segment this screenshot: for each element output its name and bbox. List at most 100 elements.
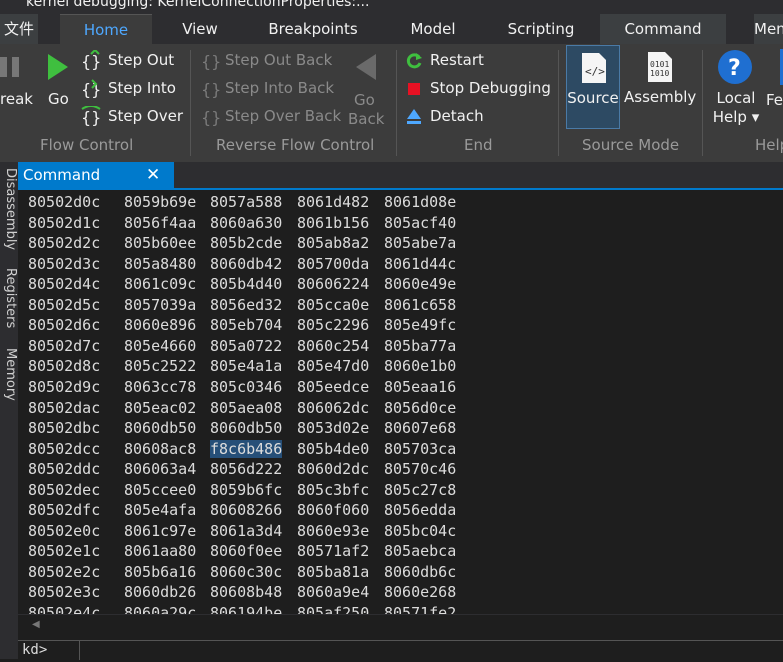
dump-value: 8060f0ee	[210, 542, 283, 561]
tab-model[interactable]: Model	[400, 14, 466, 44]
side-tab-memory[interactable]: Memory	[0, 348, 18, 401]
dump-value: f8c6b486	[210, 439, 283, 458]
dump-value: 805c0346	[210, 377, 283, 396]
go-back-icon[interactable]	[352, 52, 378, 82]
go-back-label-2[interactable]: Back	[348, 110, 384, 128]
tab-file[interactable]: 文件	[0, 14, 38, 44]
dump-value: 8060db50	[210, 419, 283, 438]
dump-value: 8053d02e	[297, 419, 370, 438]
side-tab-disassembly[interactable]: Disassembly	[0, 168, 18, 250]
source-label: Source	[567, 89, 619, 107]
dump-value: 805aea08	[210, 398, 283, 417]
command-panel: Command ✕ 80502d0c 8059b69e 8057a588 8061d4…	[18, 162, 783, 662]
dump-value: 8060db50	[124, 419, 197, 438]
dump-value: 8059b6fc	[210, 480, 283, 499]
step-out-button[interactable]: Step Out	[108, 51, 174, 69]
dump-value: 805b4de0	[297, 439, 370, 458]
local-help-button[interactable]: ? Local Help ▾	[712, 45, 760, 129]
step-into-back-button[interactable]: Step Into Back	[225, 79, 334, 97]
dump-address: 80502e4c	[28, 604, 101, 614]
dump-value: 8061c09c	[124, 275, 197, 294]
tab-command[interactable]: Command	[600, 14, 726, 44]
step-over-back-icon: {}	[200, 106, 222, 128]
dump-address: 80502d4c	[28, 275, 101, 294]
dump-value: 8060d2dc	[297, 460, 370, 479]
tab-memory[interactable]: Mem	[754, 14, 783, 44]
command-output: 80502d0c 8059b69e 8057a588 8061d482 8061d08e…	[18, 190, 783, 614]
svg-text:1010: 1010	[650, 69, 669, 78]
group-divider	[190, 50, 191, 156]
restart-icon	[404, 51, 424, 71]
dump-value: 80608ac8	[124, 439, 197, 458]
dump-value: 805cca0e	[297, 295, 370, 314]
dump-value: 8057039a	[124, 295, 197, 314]
step-over-button[interactable]: Step Over	[108, 107, 183, 125]
svg-text:{}: {}	[201, 52, 221, 71]
dump-value: 805a0722	[210, 336, 283, 355]
step-into-button[interactable]: Step Into	[108, 79, 176, 97]
dump-value: 805eaa16	[384, 377, 457, 396]
dump-value: 8061d482	[297, 193, 370, 211]
step-out-icon: {}	[80, 50, 102, 72]
tab-scripting[interactable]: Scripting	[500, 14, 582, 44]
go-play-icon[interactable]	[46, 52, 70, 82]
svg-text:?: ?	[728, 56, 741, 81]
dump-value: 80606224	[297, 275, 370, 294]
dump-value: 805eac02	[124, 398, 197, 417]
break-button[interactable]: reak	[0, 90, 33, 108]
tab-home[interactable]: Home	[60, 14, 152, 45]
source-mode-button[interactable]: </> Source	[566, 45, 620, 129]
go-back-label-1[interactable]: Go	[354, 91, 375, 109]
dump-value: 805ba77a	[384, 336, 457, 355]
dump-value: 8056edda	[384, 501, 457, 520]
go-button[interactable]: Go	[48, 90, 69, 108]
feedback-button[interactable]: Fe	[766, 45, 783, 129]
dump-value: 80570c46	[384, 460, 457, 479]
step-out-back-button[interactable]: Step Out Back	[225, 51, 332, 69]
detach-button[interactable]: Detach	[430, 107, 484, 125]
dump-value: 8060e896	[124, 316, 197, 335]
dump-value: 8056d222	[210, 460, 283, 479]
dump-value: 8056d0ce	[384, 398, 457, 417]
restart-button[interactable]: Restart	[430, 51, 484, 69]
assembly-mode-button[interactable]: 0101 1010 Assembly	[624, 45, 696, 129]
tab-view[interactable]: View	[168, 14, 232, 44]
window-title: kernel debugging: KernelConnectionProper…	[26, 0, 370, 10]
dump-value: 805c3bfc	[297, 480, 370, 499]
dump-address: 80502dfc	[28, 501, 101, 520]
group-divider	[396, 50, 397, 156]
feedback-label: Fe	[766, 91, 783, 109]
dump-value: 805bc04c	[384, 521, 457, 540]
dump-value: 80607e68	[384, 419, 457, 438]
svg-text:{}: {}	[81, 52, 101, 71]
tab-breakpoints[interactable]: Breakpoints	[262, 14, 364, 44]
ribbon-tab-bar: 文件 Home View Breakpoints Model Scripting…	[0, 14, 783, 45]
detach-icon	[404, 107, 424, 127]
side-tab-strip: Disassembly Registers Memory	[0, 162, 18, 659]
dump-value: 805eb704	[210, 316, 283, 335]
dump-value: 805e4a1a	[210, 357, 283, 376]
step-into-icon: {}	[80, 78, 102, 100]
dump-value: 805700da	[297, 254, 370, 273]
scroll-left-arrow-icon[interactable]: ◀	[32, 619, 40, 630]
close-icon[interactable]: ✕	[146, 162, 160, 188]
pause-icon[interactable]	[0, 52, 24, 82]
dump-address: 80502dbc	[28, 419, 101, 438]
stop-debugging-button[interactable]: Stop Debugging	[430, 79, 551, 97]
dump-address: 80502d9c	[28, 377, 101, 396]
dump-value: 805abe7a	[384, 234, 457, 253]
dump-value: 8056f4aa	[124, 213, 197, 232]
dump-value: 805b4d40	[210, 275, 283, 294]
svg-text:{}: {}	[201, 108, 221, 127]
side-tab-registers[interactable]: Registers	[0, 268, 18, 328]
step-over-back-button[interactable]: Step Over Back	[225, 107, 341, 125]
tab-command-window[interactable]: Command ✕	[18, 162, 174, 188]
command-tab-label: Command	[23, 166, 101, 184]
dump-address: 80502ddc	[28, 460, 101, 479]
dump-value: 805ccee0	[124, 480, 197, 499]
horizontal-scrollbar[interactable]: ◀	[18, 614, 783, 639]
dump-address: 80502d1c	[28, 213, 101, 232]
group-divider	[702, 50, 703, 156]
stop-icon	[404, 79, 424, 99]
help-icon: ?	[717, 49, 753, 85]
